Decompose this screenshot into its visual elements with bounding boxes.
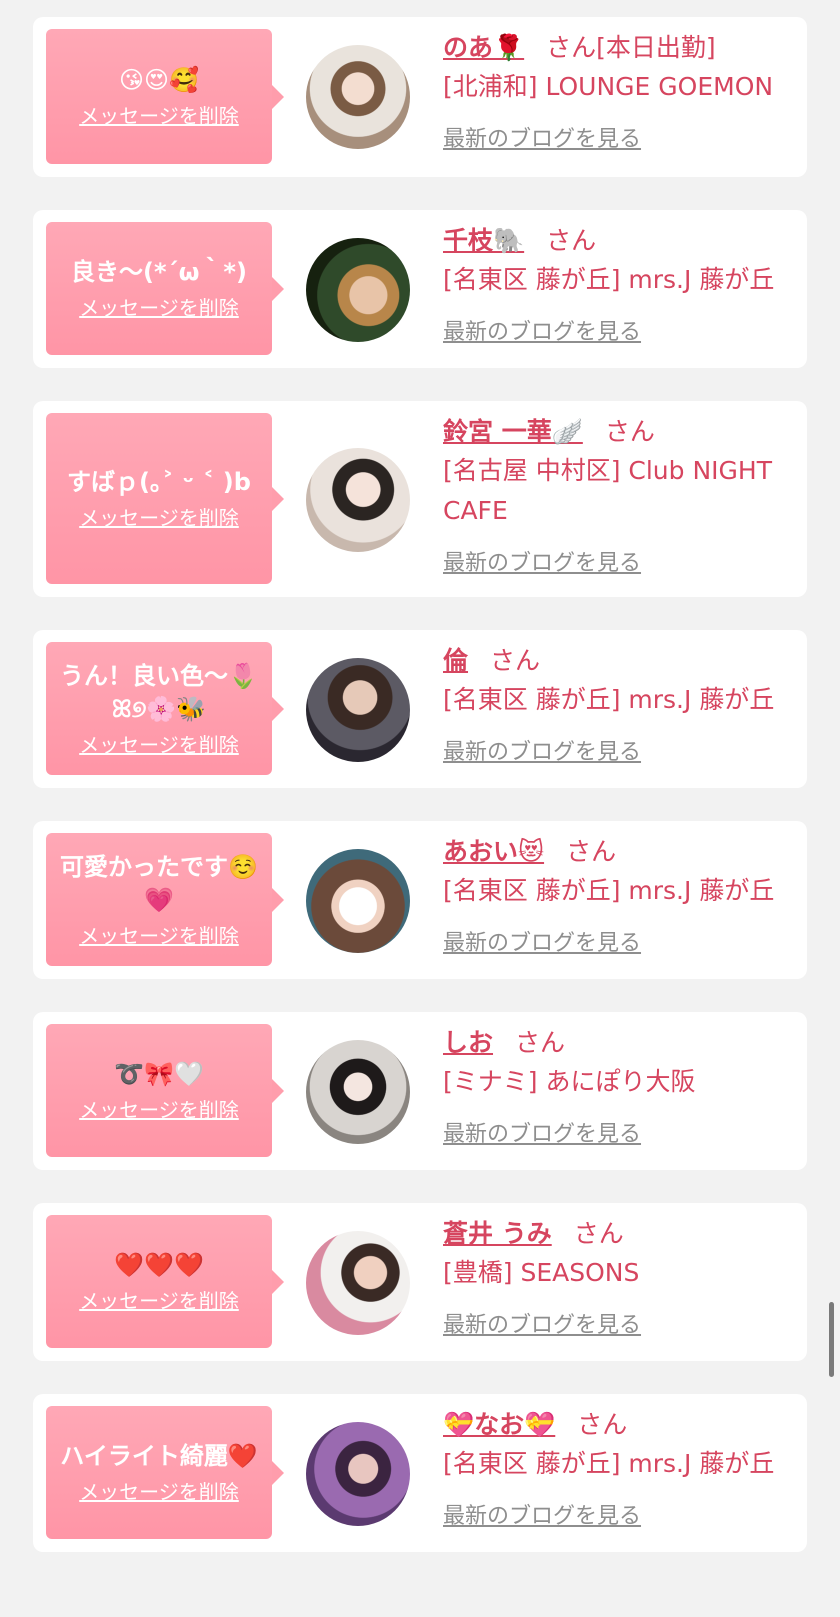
- cast-name-link[interactable]: あおい😻: [443, 837, 544, 866]
- honorific: さん: [515, 1028, 566, 1057]
- cast-info: 千枝🐘 さん [名東区 藤が丘] mrs.J 藤が丘 最新のブログを見る: [443, 224, 793, 346]
- view-blog-link[interactable]: 最新のブログを見る: [443, 1116, 641, 1148]
- shop-name: [ミナミ] あにぽり大阪: [443, 1067, 696, 1096]
- cast-name-line: のあ🌹 さん[本日出勤]: [443, 31, 793, 65]
- cast-info: 💝なお💝 さん [名東区 藤が丘] mrs.J 藤が丘 最新のブログを見る: [443, 1408, 793, 1530]
- cast-info: あおい😻 さん [名東区 藤が丘] mrs.J 藤が丘 最新のブログを見る: [443, 835, 793, 957]
- cast-name-link[interactable]: 鈴宮 一華🪽: [443, 417, 583, 446]
- cast-name-line: 蒼井 うみ さん: [443, 1217, 793, 1251]
- delete-message-link[interactable]: メッセージを削除: [79, 1097, 239, 1123]
- cast-info: しお さん [ミナミ] あにぽり大阪 最新のブログを見る: [443, 1026, 793, 1148]
- message-bubble: すばｐ(｡˃ ᵕ ˂ )b メッセージを削除: [46, 413, 284, 584]
- message-bubble: 良き〜(*´ω｀*) メッセージを削除: [46, 222, 284, 355]
- message-bubble: ハイライト綺麗❤️ メッセージを削除: [46, 1406, 284, 1539]
- message-text: うん！良い色〜🌷ꕤ୭🌸🐝: [60, 661, 258, 723]
- shop-name: [名古屋 中村区] Club NIGHT CAFE: [443, 456, 772, 525]
- avatar[interactable]: [306, 1040, 410, 1144]
- delete-message-link[interactable]: メッセージを削除: [79, 732, 239, 758]
- avatar[interactable]: [306, 1422, 410, 1526]
- cast-name-line: 💝なお💝 さん: [443, 1408, 793, 1442]
- delete-message-link[interactable]: メッセージを削除: [79, 295, 239, 321]
- avatar[interactable]: [306, 238, 410, 342]
- view-blog-link[interactable]: 最新のブログを見る: [443, 1498, 641, 1530]
- avatar[interactable]: [306, 1231, 410, 1335]
- message-text: ハイライト綺麗❤️: [60, 1442, 258, 1470]
- message-bubble: うん！良い色〜🌷ꕤ୭🌸🐝 メッセージを削除: [46, 642, 284, 775]
- shop-name: [豊橋] SEASONS: [443, 1258, 640, 1287]
- message-list: 😘😍🥰 メッセージを削除 のあ🌹 さん[本日出勤] [北浦和] LOUNGE GO…: [33, 17, 807, 1585]
- cast-name-link[interactable]: 蒼井 うみ: [443, 1219, 552, 1248]
- delete-message-link[interactable]: メッセージを削除: [79, 923, 239, 949]
- honorific: さん: [546, 33, 597, 62]
- view-blog-link[interactable]: 最新のブログを見る: [443, 545, 641, 577]
- message-text: すばｐ(｡˃ ᵕ ˂ )b: [67, 468, 251, 496]
- message-bubble: ➰🎀🤍 メッセージを削除: [46, 1024, 284, 1157]
- shop-name: [名東区 藤が丘] mrs.J 藤が丘: [443, 685, 775, 714]
- message-text: ❤️❤️❤️: [114, 1251, 204, 1279]
- cast-info: 蒼井 うみ さん [豊橋] SEASONS 最新のブログを見る: [443, 1217, 793, 1339]
- message-card: 良き〜(*´ω｀*) メッセージを削除 千枝🐘 さん [名東区 藤が丘] mrs.…: [33, 210, 807, 368]
- message-bubble: 😘😍🥰 メッセージを削除: [46, 29, 284, 164]
- message-card: うん！良い色〜🌷ꕤ୭🌸🐝 メッセージを削除 倫さん [名東区 藤が丘] mrs.…: [33, 630, 807, 788]
- cast-name-line: あおい😻 さん: [443, 835, 793, 869]
- cast-name-line: 鈴宮 一華🪽 さん: [443, 415, 793, 449]
- shop-name: [名東区 藤が丘] mrs.J 藤が丘: [443, 876, 775, 905]
- message-card: ➰🎀🤍 メッセージを削除 しお さん [ミナミ] あにぽり大阪 最新のブログを見る: [33, 1012, 807, 1170]
- view-blog-link[interactable]: 最新のブログを見る: [443, 314, 641, 346]
- message-card: 😘😍🥰 メッセージを削除 のあ🌹 さん[本日出勤] [北浦和] LOUNGE GO…: [33, 17, 807, 177]
- cast-info: 倫さん [名東区 藤が丘] mrs.J 藤が丘 最新のブログを見る: [443, 644, 793, 766]
- honorific: さん: [604, 417, 655, 446]
- cast-name-link[interactable]: 千枝🐘: [443, 226, 524, 255]
- cast-name-link[interactable]: 💝なお💝: [443, 1410, 555, 1439]
- cast-name-line: 千枝🐘 さん: [443, 224, 793, 258]
- message-bubble: ❤️❤️❤️ メッセージを削除: [46, 1215, 284, 1348]
- message-card: ハイライト綺麗❤️ メッセージを削除 💝なお💝 さん [名東区 藤が丘] mrs.…: [33, 1394, 807, 1552]
- avatar[interactable]: [306, 849, 410, 953]
- message-card: 可愛かったです☺️💗 メッセージを削除 あおい😻 さん [名東区 藤が丘] mrs…: [33, 821, 807, 979]
- message-text: 😘😍🥰: [119, 66, 199, 94]
- view-blog-link[interactable]: 最新のブログを見る: [443, 1307, 641, 1339]
- scrollbar[interactable]: [829, 1302, 834, 1377]
- delete-message-link[interactable]: メッセージを削除: [79, 103, 239, 129]
- cast-name-link[interactable]: のあ🌹: [443, 33, 524, 62]
- shop-name: [名東区 藤が丘] mrs.J 藤が丘: [443, 265, 775, 294]
- cast-name-link[interactable]: 倫: [443, 646, 468, 675]
- honorific: さん: [490, 646, 541, 675]
- cast-info: のあ🌹 さん[本日出勤] [北浦和] LOUNGE GOEMON 最新のブログを見…: [443, 31, 793, 153]
- cast-name-line: 倫さん: [443, 644, 793, 678]
- message-card: すばｐ(｡˃ ᵕ ˂ )b メッセージを削除 鈴宮 一華🪽 さん [名古屋 中村区…: [33, 401, 807, 597]
- shop-name: [名東区 藤が丘] mrs.J 藤が丘: [443, 1449, 775, 1478]
- honorific: さん: [577, 1410, 628, 1439]
- cast-name-link[interactable]: しお: [443, 1028, 493, 1057]
- view-blog-link[interactable]: 最新のブログを見る: [443, 734, 641, 766]
- message-text: ➰🎀🤍: [114, 1060, 204, 1088]
- avatar[interactable]: [306, 658, 410, 762]
- view-blog-link[interactable]: 最新のブログを見る: [443, 925, 641, 957]
- cast-name-line: しお さん: [443, 1026, 793, 1060]
- shop-name: [北浦和] LOUNGE GOEMON: [443, 72, 774, 101]
- message-card: ❤️❤️❤️ メッセージを削除 蒼井 うみ さん [豊橋] SEASONS 最新の…: [33, 1203, 807, 1361]
- honorific: さん: [566, 837, 617, 866]
- cast-info: 鈴宮 一華🪽 さん [名古屋 中村区] Club NIGHT CAFE 最新のブロ…: [443, 415, 793, 577]
- honorific: さん: [546, 226, 597, 255]
- delete-message-link[interactable]: メッセージを削除: [79, 505, 239, 531]
- honorific: さん: [573, 1219, 624, 1248]
- avatar[interactable]: [306, 45, 410, 149]
- delete-message-link[interactable]: メッセージを削除: [79, 1288, 239, 1314]
- message-text: 良き〜(*´ω｀*): [71, 258, 247, 286]
- avatar[interactable]: [306, 448, 410, 552]
- message-text: 可愛かったです☺️💗: [60, 852, 258, 914]
- message-bubble: 可愛かったです☺️💗 メッセージを削除: [46, 833, 284, 966]
- view-blog-link[interactable]: 最新のブログを見る: [443, 121, 641, 153]
- delete-message-link[interactable]: メッセージを削除: [79, 1479, 239, 1505]
- status-badge: [本日出勤]: [596, 33, 716, 62]
